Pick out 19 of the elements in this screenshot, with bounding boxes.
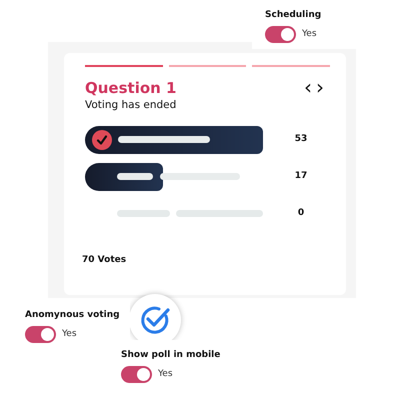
setting-label: Show poll in mobile bbox=[121, 350, 222, 361]
question-title: Question 1 bbox=[85, 79, 176, 97]
text-placeholder bbox=[117, 210, 170, 218]
toggle-switch[interactable] bbox=[121, 366, 152, 383]
toggle-value: Yes bbox=[62, 328, 77, 341]
vote-count: 53 bbox=[294, 132, 308, 146]
vote-count: 0 bbox=[296, 206, 306, 220]
text-placeholder bbox=[117, 173, 153, 180]
toggle-switch[interactable] bbox=[25, 326, 56, 343]
next-button[interactable]: › bbox=[314, 77, 326, 97]
toggle-switch[interactable] bbox=[265, 26, 296, 43]
toggle-value: Yes bbox=[158, 368, 173, 381]
previous-button[interactable]: ‹ bbox=[302, 77, 314, 97]
check-circle-icon bbox=[139, 304, 171, 336]
vote-count: 17 bbox=[294, 170, 308, 183]
status-text: Voting has ended bbox=[85, 99, 176, 112]
setting-label: Scheduling bbox=[265, 10, 322, 21]
toggle-value: Yes bbox=[302, 28, 317, 41]
total-votes: 70 Votes bbox=[82, 254, 128, 267]
